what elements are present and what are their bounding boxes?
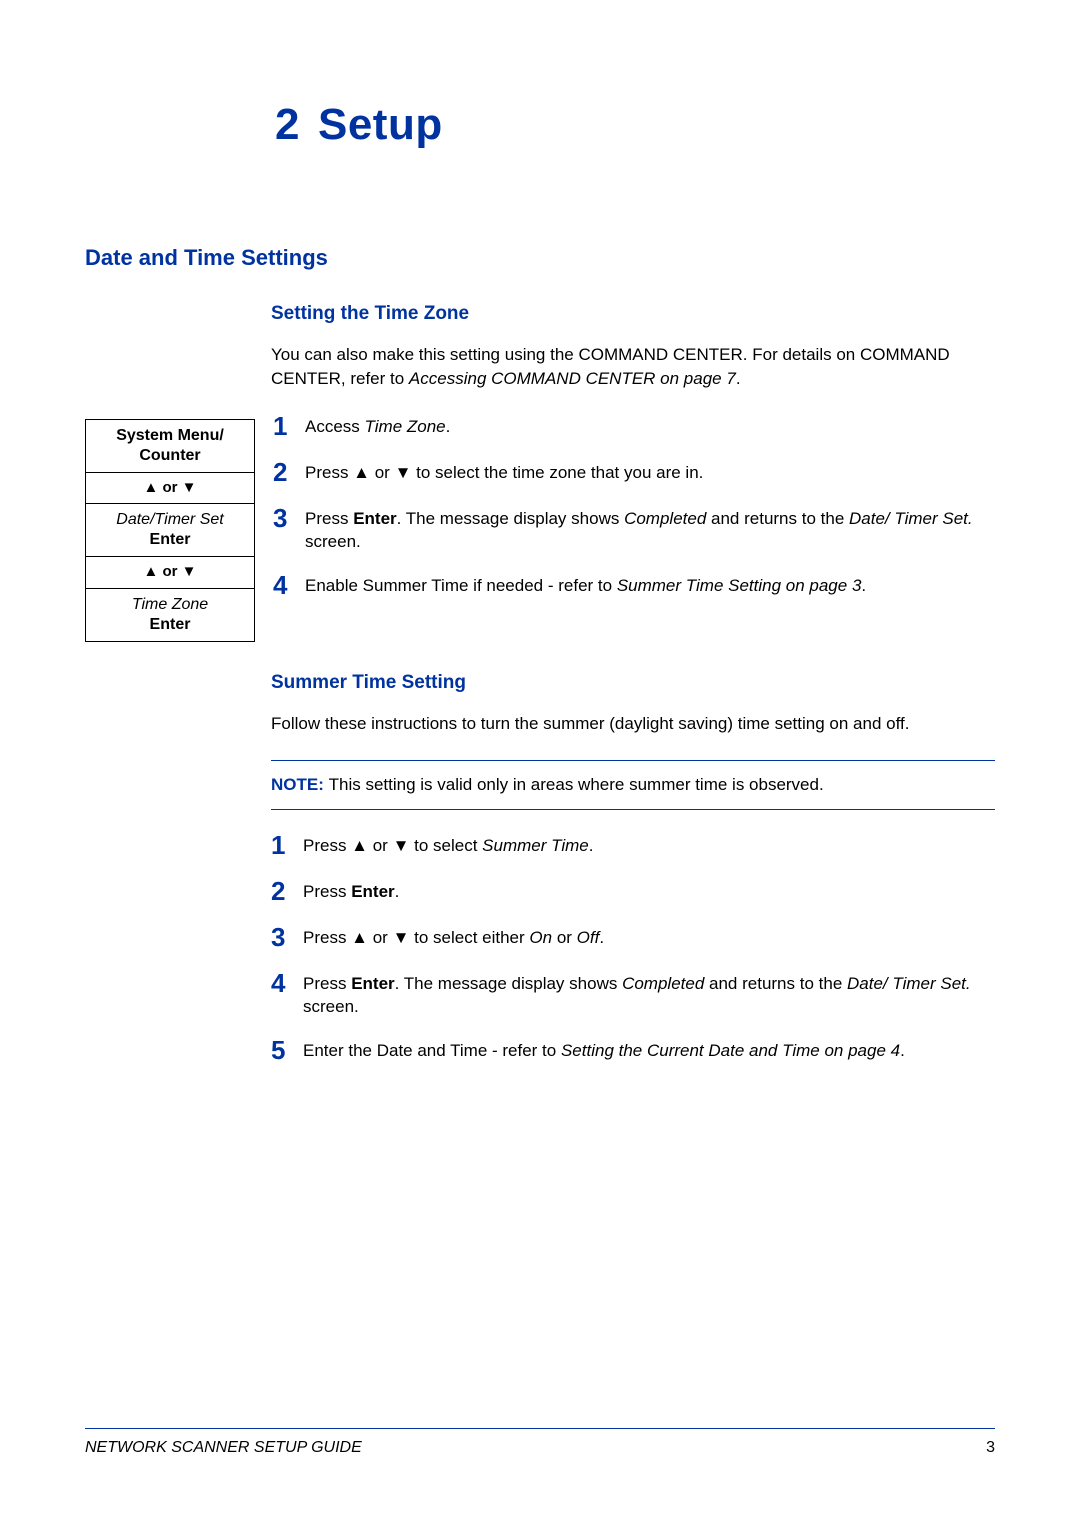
step: 3 Press Enter. The message display shows… — [273, 507, 995, 555]
step-number: 2 — [271, 878, 303, 904]
step: 4 Enable Summer Time if needed - refer t… — [273, 574, 995, 600]
menu-row1a: System Menu/ — [116, 427, 224, 444]
step-text: Press ▲ or ▼ to select Summer Time. — [303, 834, 995, 858]
step-number: 3 — [273, 505, 305, 531]
note-label: NOTE: — [271, 775, 329, 794]
chapter-number: 2 — [275, 100, 300, 149]
step: 1 Press ▲ or ▼ to select Summer Time. — [271, 834, 995, 860]
subheading-time-zone: Setting the Time Zone — [271, 303, 995, 325]
menu-navigation-box: System Menu/ Counter ▲ or ▼ Date/Timer S… — [85, 419, 255, 643]
intro-link-ref: Accessing COMMAND CENTER on page 7 — [409, 369, 736, 388]
menu-row1b: Counter — [139, 447, 200, 464]
step-text: Press ▲ or ▼ to select either On or Off. — [303, 926, 995, 950]
steps-time-zone: 1 Access Time Zone. 2 Press ▲ or ▼ to se… — [273, 415, 995, 621]
step: 1 Access Time Zone. — [273, 415, 995, 441]
step-number: 1 — [271, 832, 303, 858]
step-text: Enable Summer Time if needed - refer to … — [305, 574, 995, 598]
step-text: Press Enter. The message display shows C… — [303, 972, 995, 1020]
menu-row5b: Enter — [150, 616, 191, 633]
intro-time-zone: You can also make this setting using the… — [271, 343, 995, 391]
step-number: 4 — [273, 572, 305, 598]
step-text: Press Enter. The message display shows C… — [305, 507, 995, 555]
note-block: NOTE: This setting is valid only in area… — [271, 760, 995, 810]
page-footer: NETWORK SCANNER SETUP GUIDE 3 — [85, 1428, 995, 1457]
step: 2 Press ▲ or ▼ to select the time zone t… — [273, 461, 995, 487]
menu-row3b: Enter — [150, 531, 191, 548]
step: 4 Press Enter. The message display shows… — [271, 972, 995, 1020]
menu-row3a: Date/Timer Set — [116, 511, 223, 528]
footer-page-number: 3 — [986, 1439, 995, 1457]
steps-summer-time: 1 Press ▲ or ▼ to select Summer Time. 2 … — [271, 834, 995, 1066]
menu-row4: ▲ or ▼ — [86, 556, 254, 588]
section-heading-date-time: Date and Time Settings — [85, 245, 995, 271]
chapter-title: Setup — [318, 100, 443, 149]
step-number: 3 — [271, 924, 303, 950]
subheading-summer-time: Summer Time Setting — [271, 672, 995, 694]
intro-summer-time: Follow these instructions to turn the su… — [271, 712, 995, 736]
chapter-heading: 2 Setup — [275, 100, 995, 150]
step-number: 4 — [271, 970, 303, 996]
step-text: Press ▲ or ▼ to select the time zone tha… — [305, 461, 995, 485]
step-number: 2 — [273, 459, 305, 485]
step-text: Access Time Zone. — [305, 415, 995, 439]
step: 5 Enter the Date and Time - refer to Set… — [271, 1039, 995, 1065]
intro-text-b: . — [736, 369, 741, 388]
step-number: 1 — [273, 413, 305, 439]
step-text: Press Enter. — [303, 880, 995, 904]
note-text: This setting is valid only in areas wher… — [329, 775, 824, 794]
step-number: 5 — [271, 1037, 303, 1063]
step: 2 Press Enter. — [271, 880, 995, 906]
footer-guide-title: NETWORK SCANNER SETUP GUIDE — [85, 1439, 362, 1457]
step-text: Enter the Date and Time - refer to Setti… — [303, 1039, 995, 1063]
menu-row5a: Time Zone — [132, 596, 208, 613]
menu-row2: ▲ or ▼ — [86, 472, 254, 504]
step: 3 Press ▲ or ▼ to select either On or Of… — [271, 926, 995, 952]
